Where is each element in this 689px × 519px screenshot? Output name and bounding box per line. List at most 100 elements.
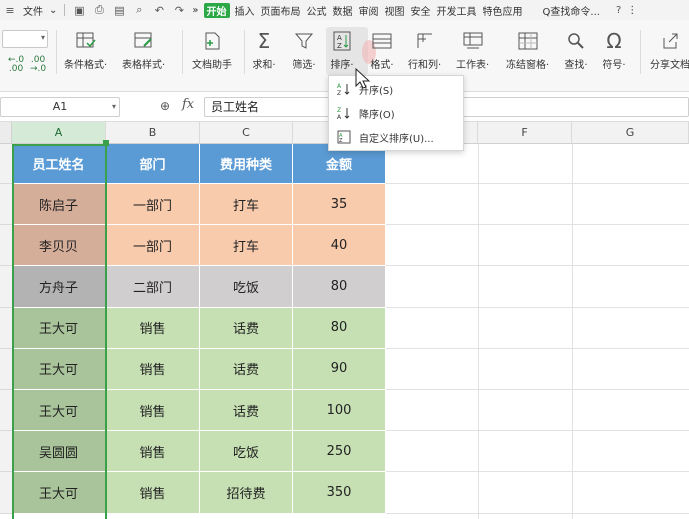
data-cell-type[interactable]: 打车: [200, 225, 293, 267]
data-cell-amount[interactable]: 90: [293, 348, 386, 390]
data-cell-name[interactable]: 王大可: [12, 307, 106, 349]
conditional-format-button[interactable]: 条件格式·: [64, 30, 107, 71]
hamburger-icon[interactable]: ≡: [3, 3, 17, 17]
find-icon[interactable]: ⌕: [132, 3, 146, 17]
tab-view[interactable]: 视图: [382, 3, 408, 18]
data-cell-name[interactable]: 陈启子: [12, 184, 106, 226]
tab-insert[interactable]: 插入: [232, 3, 258, 18]
sort-ascending-item[interactable]: AZ 升序(S): [329, 78, 465, 100]
row-header[interactable]: [0, 144, 12, 184]
header-cell[interactable]: 费用种类: [200, 144, 293, 184]
tab-special[interactable]: 特色应用: [480, 3, 526, 18]
data-cell-type[interactable]: 话费: [200, 348, 293, 390]
decrease-decimal-button[interactable]: .00 →.0: [30, 56, 46, 74]
find-button[interactable]: 查找·: [564, 30, 588, 71]
data-cell-name[interactable]: 李贝贝: [12, 225, 106, 267]
data-cell-dept[interactable]: 销售: [106, 307, 200, 349]
row-header[interactable]: [0, 225, 12, 267]
custom-sort-item[interactable]: AZ 自定义排序(U)...: [329, 126, 465, 148]
data-cell-dept[interactable]: 一部门: [106, 225, 200, 267]
rows-columns-button[interactable]: 行和列·: [408, 30, 441, 71]
freeze-panes-button[interactable]: 冻结窗格·: [506, 30, 549, 71]
symbol-button[interactable]: Ω 符号·: [602, 29, 626, 71]
more-tabs[interactable]: »: [189, 5, 201, 16]
row-header[interactable]: [0, 184, 12, 226]
tab-data[interactable]: 数据: [330, 3, 356, 18]
row-header[interactable]: [0, 348, 12, 390]
row-header[interactable]: [0, 472, 12, 514]
data-cell-dept[interactable]: 销售: [106, 390, 200, 432]
redo-icon[interactable]: ↷: [172, 3, 186, 17]
data-cell-amount[interactable]: 100: [293, 390, 386, 432]
svg-text:Z: Z: [339, 138, 343, 144]
more-options-icon[interactable]: ⋮: [624, 5, 640, 16]
tab-developer[interactable]: 开发工具: [434, 3, 480, 18]
row-header[interactable]: [0, 307, 12, 349]
data-cell-amount[interactable]: 80: [293, 266, 386, 308]
data-cell-amount[interactable]: 350: [293, 472, 386, 514]
table-style-button[interactable]: 表格样式·: [122, 30, 165, 71]
data-cell-type[interactable]: 话费: [200, 390, 293, 432]
column-header-b[interactable]: B: [106, 122, 200, 144]
data-cell-amount[interactable]: 80: [293, 307, 386, 349]
data-cell-name[interactable]: 王大可: [12, 472, 106, 514]
column-header-f[interactable]: F: [478, 122, 572, 144]
tab-formulas[interactable]: 公式: [304, 3, 330, 18]
undo-icon[interactable]: ↶: [152, 3, 166, 17]
worksheet-button[interactable]: 工作表·: [456, 30, 489, 71]
zoom-icon[interactable]: ⊕: [160, 99, 170, 113]
print-icon[interactable]: ▤: [112, 3, 126, 17]
divider: [64, 4, 66, 16]
row-header[interactable]: [0, 266, 12, 308]
data-cell-name[interactable]: 王大可: [12, 348, 106, 390]
data-cell-amount[interactable]: 35: [293, 184, 386, 226]
data-cell-amount[interactable]: 250: [293, 431, 386, 473]
column-header-g[interactable]: G: [572, 122, 689, 144]
select-all-corner[interactable]: [0, 122, 12, 144]
data-cell-dept[interactable]: 销售: [106, 472, 200, 514]
data-cell-type[interactable]: 招待费: [200, 472, 293, 514]
doc-assistant-button[interactable]: 文档助手: [192, 30, 232, 71]
data-cell-type[interactable]: 话费: [200, 307, 293, 349]
svg-text:A: A: [337, 83, 342, 90]
data-cell-name[interactable]: 王大可: [12, 390, 106, 432]
fill-handle[interactable]: [103, 140, 109, 146]
print-preview-icon[interactable]: ⎙: [92, 3, 106, 17]
number-format-select[interactable]: ▾: [2, 30, 48, 48]
data-cell-name[interactable]: 方舟子: [12, 266, 106, 308]
share-doc-button[interactable]: 分享文档: [650, 30, 689, 71]
file-menu[interactable]: 文件: [20, 3, 46, 18]
file-menu-arrow[interactable]: ⌄: [46, 5, 60, 16]
header-cell[interactable]: 员工姓名: [12, 144, 106, 184]
chevron-down-icon[interactable]: ▾: [112, 98, 116, 116]
data-cell-amount[interactable]: 40: [293, 225, 386, 267]
data-cell-dept[interactable]: 销售: [106, 348, 200, 390]
column-header-a[interactable]: A: [12, 122, 106, 144]
data-cell-dept[interactable]: 销售: [106, 431, 200, 473]
name-box[interactable]: A1 ▾: [0, 97, 120, 117]
filter-button[interactable]: 筛选·: [292, 30, 316, 71]
data-cell-dept[interactable]: 一部门: [106, 184, 200, 226]
tab-review[interactable]: 审阅: [356, 3, 382, 18]
data-cell-dept[interactable]: 二部门: [106, 266, 200, 308]
fx-icon[interactable]: fx: [182, 97, 194, 112]
column-header-c[interactable]: C: [200, 122, 293, 144]
row-header[interactable]: [0, 390, 12, 432]
data-cell-type[interactable]: 吃饭: [200, 266, 293, 308]
header-cell[interactable]: 部门: [106, 144, 200, 184]
data-cell-type[interactable]: 吃饭: [200, 431, 293, 473]
tab-page-layout[interactable]: 页面布局: [258, 3, 304, 18]
save-icon[interactable]: ▣: [72, 3, 86, 17]
help-icon[interactable]: ?: [613, 5, 624, 16]
data-cell-type[interactable]: 打车: [200, 184, 293, 226]
sort-button[interactable]: AZ 排序·: [330, 30, 354, 71]
row-header[interactable]: [0, 431, 12, 473]
data-cell-name[interactable]: 吴圆圆: [12, 431, 106, 473]
tab-home[interactable]: 开始: [203, 2, 230, 18]
increase-decimal-button[interactable]: ←.0 .00: [8, 56, 24, 74]
command-search[interactable]: Q查找命令...: [540, 3, 603, 18]
sort-descending-item[interactable]: ZA 降序(O): [329, 102, 465, 124]
format-button[interactable]: 格式·: [370, 30, 394, 71]
sum-button[interactable]: Σ 求和·: [252, 29, 276, 71]
tab-security[interactable]: 安全: [408, 3, 434, 18]
